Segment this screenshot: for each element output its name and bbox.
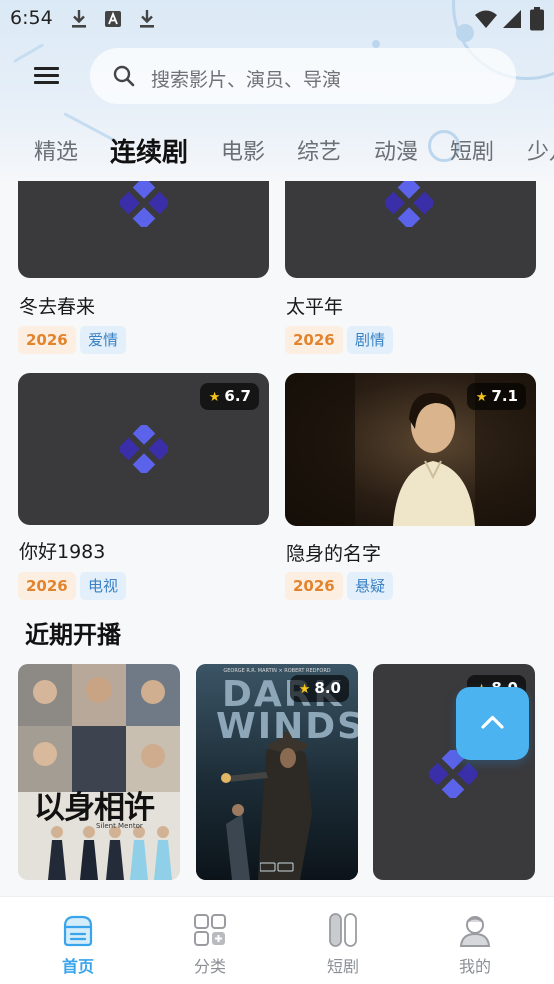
series-card[interactable]: 太平年 2026 剧情	[285, 181, 536, 354]
nav-profile-label: 我的	[458, 957, 491, 976]
tab-featured[interactable]: 精选	[34, 134, 78, 166]
genre-tag: 电视	[80, 572, 127, 600]
tab-short-drama[interactable]: 短剧	[450, 134, 494, 166]
menu-icon-bar	[34, 81, 59, 84]
wifi-icon	[475, 10, 497, 28]
poster-placeholder	[18, 181, 269, 278]
genre-tag: 剧情	[347, 326, 394, 354]
app-logo-icon	[120, 425, 168, 473]
upcoming-card[interactable]: 以身相许 Silent Mentor	[18, 664, 180, 880]
series-title: 隐身的名字	[286, 543, 382, 565]
nav-home[interactable]: 首页	[28, 897, 128, 984]
nav-category-label: 分类	[193, 957, 226, 976]
rating-badge: ★ 6.7	[199, 383, 259, 410]
rating-badge: ★ 7.1	[466, 383, 526, 410]
nav-category[interactable]: 分类	[160, 897, 260, 984]
menu-button[interactable]	[28, 60, 64, 92]
poster-placeholder: ★ 6.7	[18, 373, 269, 525]
section-title: 近期开播	[25, 621, 121, 649]
year-tag: 2026	[18, 572, 76, 600]
search-input[interactable]: 搜索影片、演员、导演	[90, 48, 516, 104]
year-tag: 2026	[285, 326, 343, 354]
status-bar: 6:54	[0, 0, 554, 38]
rating-value: 7.1	[491, 387, 518, 405]
menu-icon-bar	[34, 67, 59, 70]
year-tag: 2026	[18, 326, 76, 354]
chevron-up-icon	[481, 715, 504, 729]
profile-icon	[459, 916, 491, 947]
series-title: 你好1983	[19, 541, 106, 563]
nav-profile[interactable]: 我的	[425, 897, 525, 984]
app-logo-icon	[120, 181, 168, 227]
download-icon	[140, 10, 154, 28]
rating-value: 6.7	[224, 387, 251, 405]
app-logo-icon	[385, 181, 433, 227]
search-placeholder: 搜索影片、演员、导演	[151, 69, 342, 91]
tab-variety[interactable]: 综艺	[297, 134, 341, 166]
download-icon	[72, 10, 86, 28]
content-feed[interactable]: 冬去春来 2026 爱情 太平年 2026 剧情 ★ 6.7 你好1983 20…	[0, 181, 554, 895]
battery-icon	[530, 7, 544, 31]
short-drama-icon	[329, 913, 357, 947]
series-title: 冬去春来	[19, 296, 96, 318]
menu-icon-bar	[34, 74, 59, 77]
decorative-dot	[372, 40, 380, 48]
poster-placeholder	[285, 181, 536, 278]
poster-photo	[18, 664, 180, 880]
tab-anime[interactable]: 动漫	[374, 134, 418, 166]
tab-series[interactable]: 连续剧	[110, 132, 188, 169]
series-card[interactable]: 冬去春来 2026 爱情	[18, 181, 269, 354]
nav-short-drama-label: 短剧	[326, 957, 359, 976]
font-app-icon	[105, 11, 121, 27]
nav-home-label: 首页	[61, 957, 94, 976]
signal-icon	[503, 10, 521, 28]
network-logo-icon	[260, 862, 294, 872]
genre-tag: 悬疑	[347, 572, 394, 600]
genre-tag: 爱情	[80, 326, 127, 354]
star-icon: ★	[475, 390, 488, 405]
series-title: 太平年	[286, 296, 344, 318]
upcoming-card[interactable]: GEORGE R.R. MARTIN × ROBERT REDFORD DARK…	[196, 664, 358, 880]
series-card[interactable]: ★ 7.1 隐身的名字 2026 悬疑	[285, 373, 536, 600]
status-time: 6:54	[10, 7, 53, 29]
tab-kids[interactable]: 少儿	[527, 134, 554, 166]
tab-movies[interactable]: 电影	[221, 134, 265, 166]
poster-title-text: 以身相许	[34, 790, 155, 826]
star-icon: ★	[208, 390, 221, 405]
star-icon: ★	[298, 682, 311, 697]
nav-short-drama[interactable]: 短剧	[293, 897, 393, 984]
series-card[interactable]: ★ 6.7 你好1983 2026 电视	[18, 373, 269, 600]
bottom-navigation: 首页 分类 短剧 我的	[0, 896, 554, 984]
rating-badge: ★8.0	[289, 675, 349, 702]
category-icon	[194, 914, 226, 946]
poster-subtitle-text: Silent Mentor	[96, 822, 143, 830]
rating-value: 8.0	[314, 679, 341, 697]
poster-image: ★ 7.1	[285, 373, 536, 526]
search-icon	[113, 65, 135, 87]
category-tabs: 精选 连续剧 电影 综艺 动漫 短剧 少儿	[0, 122, 554, 174]
poster-title-line2: WINDS	[216, 706, 358, 747]
home-icon	[63, 915, 93, 947]
year-tag: 2026	[285, 572, 343, 600]
scroll-to-top-button[interactable]	[456, 687, 529, 760]
